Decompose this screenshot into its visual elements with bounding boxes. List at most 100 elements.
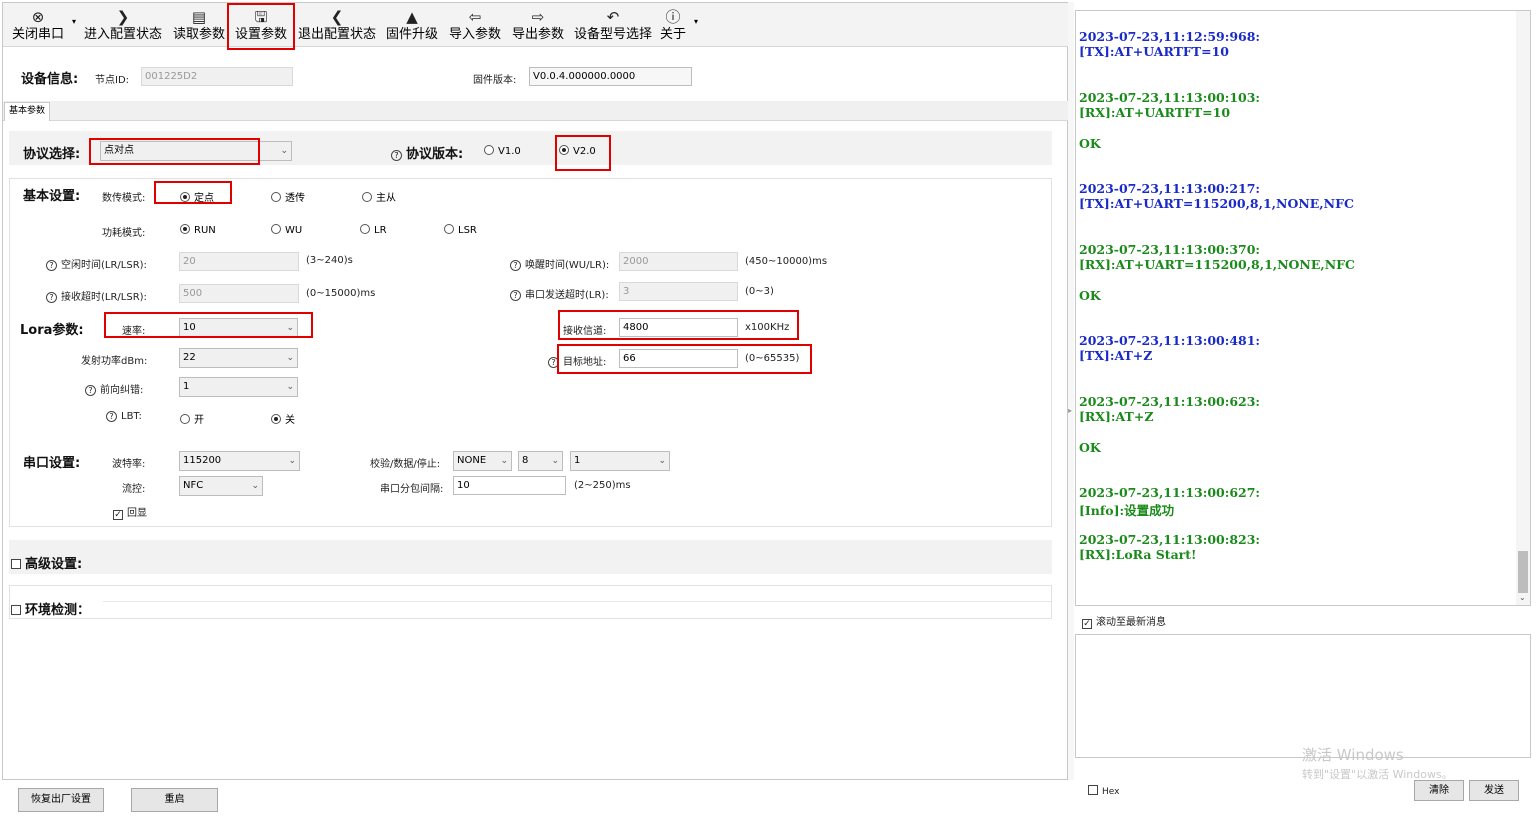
autoscroll-checkbox[interactable]: ✓ 滚动至最新消息 [1082, 613, 1166, 629]
idle-time-range: (3~240)s [306, 255, 353, 266]
help-icon: ? [46, 260, 57, 271]
log-timestamp: 2023-07-23,11:13:00:103: [1079, 90, 1261, 105]
uart-timeout-label: ? 串口发送超时(LR): [510, 286, 609, 301]
tx-power-select[interactable]: 22 ⌄ [179, 348, 298, 368]
parity-select[interactable]: NONE ⌄ [453, 451, 512, 471]
mode-transparent-radio[interactable]: 透传 [271, 189, 305, 204]
close-port-icon: ⊗ [31, 8, 45, 26]
lora-params-title: Lora参数: [20, 323, 84, 338]
packet-gap-label: 串口分包间隔: [380, 484, 444, 495]
log-scrollbar[interactable] [1516, 11, 1530, 605]
idle-time-field[interactable]: 20 [179, 252, 299, 271]
advanced-band [9, 540, 1052, 574]
splitter[interactable] [1068, 2, 1074, 780]
echo-checkbox[interactable]: ✓ 回显 [113, 504, 147, 520]
uart-timeout-field[interactable]: 3 [619, 282, 738, 301]
flow-control-select[interactable]: NFC ⌄ [179, 476, 263, 496]
firmware-label: 固件版本: [473, 75, 517, 86]
wake-time-label: ? 唤醒时间(WU/LR): [510, 256, 609, 271]
send-input[interactable] [1075, 634, 1531, 758]
about-button[interactable]: ⓘ 关于 [658, 7, 688, 45]
chevron-left-icon: ❮ [330, 8, 344, 26]
log-timestamp: 2023-07-23,11:13:00:370: [1079, 242, 1261, 257]
wake-time-field[interactable]: 2000 [619, 252, 738, 271]
log-message: [RX]:LoRa Start! [1079, 547, 1197, 562]
stop-bits-select[interactable]: 1 ⌄ [570, 451, 670, 471]
clear-button[interactable]: 清除 [1414, 780, 1464, 801]
baud-select[interactable]: 115200 ⌄ [179, 451, 300, 471]
rx-timeout-field[interactable]: 500 [179, 284, 299, 303]
data-mode-label: 数传模式: [102, 193, 146, 204]
packet-gap-field[interactable]: 10 [453, 476, 566, 495]
log-message: [Info]:设置成功 [1079, 503, 1175, 518]
lbt-off-radio[interactable]: 关 [271, 411, 295, 426]
log-ok: OK [1079, 136, 1101, 151]
log-message: [TX]:AT+UART=115200,8,1,NONE,NFC [1079, 196, 1354, 211]
toolbar-overflow-icon[interactable]: ▾ [694, 17, 698, 26]
log-timestamp: 2023-07-23,11:13:00:627: [1079, 485, 1261, 500]
log-output[interactable]: 2023-07-23,11:12:59:968: [TX]:AT+UARTFT=… [1075, 10, 1531, 606]
env-detect-toggle[interactable]: 环境检测： [11, 599, 90, 618]
factory-reset-button[interactable]: 恢复出厂设置 [18, 788, 104, 812]
rx-timeout-range: (0~15000)ms [306, 288, 376, 299]
read-params-button[interactable]: ▤ 读取参数 [171, 7, 227, 45]
highlight-box [89, 138, 260, 165]
flow-control-label: 流控: [122, 484, 146, 495]
tx-power-label: 发射功率dBm: [81, 356, 148, 367]
power-lsr-radio[interactable]: LSR [444, 224, 477, 236]
dropdown-caret-icon[interactable]: ▾ [72, 17, 76, 26]
chevron-down-icon: ⌄ [280, 146, 288, 156]
lbt-label: ? LBT: [106, 411, 142, 422]
send-button[interactable]: 发送 [1469, 780, 1519, 801]
uart-timeout-range: (0~3) [745, 286, 774, 297]
chevron-down-icon: ⌄ [288, 456, 296, 466]
log-message: [TX]:AT+UARTFT=10 [1079, 44, 1229, 59]
log-message: [TX]:AT+Z [1079, 348, 1153, 363]
device-model-button[interactable]: ↶ 设备型号选择 [572, 7, 654, 45]
node-id-field[interactable]: 001225D2 [141, 67, 293, 86]
firmware-upgrade-button[interactable]: ▲ 固件升级 [383, 7, 441, 45]
highlight-box [555, 135, 611, 171]
config-panel: ⊗ 关闭串口 ▾ ❯ 进入配置状态 ▤ 读取参数 🖫 设置参数 ❮ 退出配置状态… [2, 2, 1069, 780]
import-icon: ⇦ [468, 8, 482, 26]
import-params-button[interactable]: ⇦ 导入参数 [446, 7, 504, 45]
power-lr-radio[interactable]: LR [360, 224, 387, 236]
log-timestamp: 2023-07-23,11:13:00:481: [1079, 333, 1261, 348]
serial-settings-title: 串口设置: [23, 456, 81, 471]
help-icon: ? [85, 385, 96, 396]
log-scrollbar-thumb[interactable] [1518, 551, 1528, 593]
fec-select[interactable]: 1 ⌄ [179, 377, 298, 397]
mode-master-slave-radio[interactable]: 主从 [362, 189, 396, 204]
help-icon: ? [510, 290, 521, 301]
close-port-button[interactable]: ⊗ 关闭串口 [10, 7, 66, 45]
checkmark-icon: ✓ [113, 510, 123, 520]
lbt-on-radio[interactable]: 开 [180, 411, 204, 426]
log-timestamp: 2023-07-23,11:12:59:968: [1079, 29, 1261, 44]
power-mode-label: 功耗模式: [102, 228, 146, 239]
basic-settings-title: 基本设置: [23, 189, 81, 204]
enter-config-button[interactable]: ❯ 进入配置状态 [82, 7, 164, 45]
help-icon: ? [46, 292, 57, 303]
exit-config-button[interactable]: ❮ 退出配置状态 [296, 7, 378, 45]
basic-settings-panel [9, 178, 1052, 527]
tab-basic-params[interactable]: 基本参数 [4, 102, 51, 121]
chevron-down-icon[interactable]: ⌄ [1519, 593, 1526, 602]
advanced-settings-toggle[interactable]: 高级设置: [11, 553, 82, 572]
power-run-radio[interactable]: RUN [180, 224, 216, 236]
firmware-field[interactable]: V0.0.4.000000.0000 [529, 67, 692, 86]
protocol-v1-radio[interactable]: V1.0 [484, 145, 521, 157]
splitter-arrow-icon[interactable]: ▸ [1068, 406, 1072, 415]
log-timestamp: 2023-07-23,11:13:00:823: [1079, 532, 1261, 547]
help-icon: ? [106, 411, 117, 422]
chevron-down-icon: ⌄ [658, 456, 666, 466]
restart-button[interactable]: 重启 [131, 788, 218, 812]
undo-arrow-icon: ↶ [606, 8, 620, 26]
toolbar: ⊗ 关闭串口 ▾ ❯ 进入配置状态 ▤ 读取参数 🖫 设置参数 ❮ 退出配置状态… [3, 3, 1069, 47]
chevron-down-icon: ⌄ [551, 456, 559, 466]
data-bits-select[interactable]: 8 ⌄ [518, 451, 563, 471]
export-icon: ⇨ [531, 8, 545, 26]
export-params-button[interactable]: ⇨ 导出参数 [509, 7, 567, 45]
hex-checkbox[interactable]: Hex [1088, 785, 1119, 797]
wake-time-range: (450~10000)ms [745, 256, 828, 267]
power-wu-radio[interactable]: WU [271, 224, 302, 236]
